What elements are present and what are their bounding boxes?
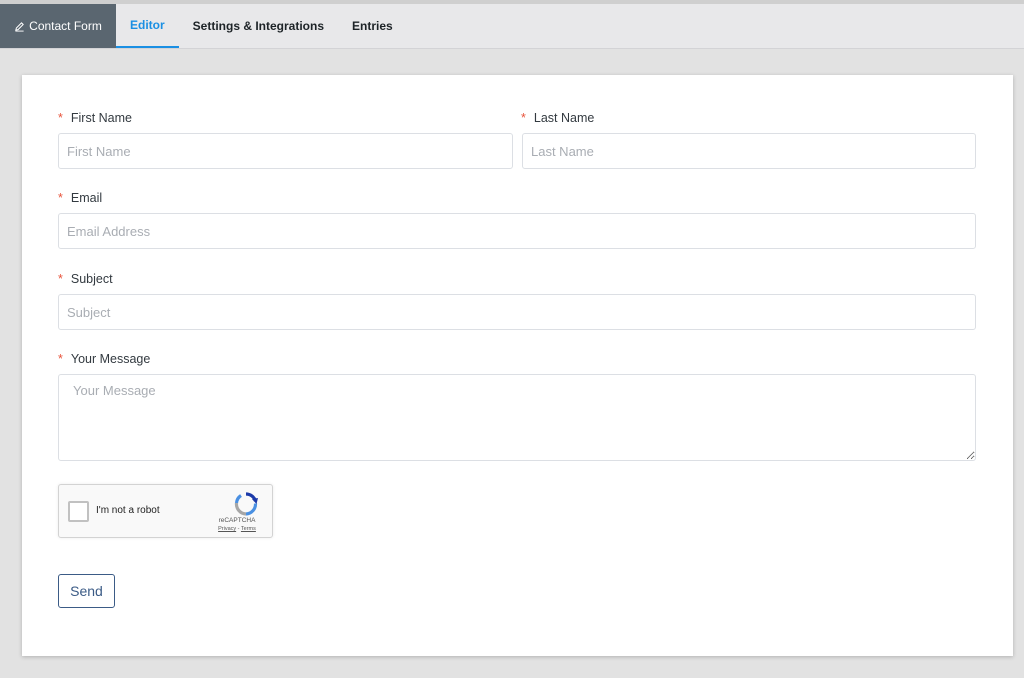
last-name-label-text: Last Name <box>533 111 595 125</box>
tab-editor[interactable]: Editor <box>116 4 179 48</box>
recaptcha-checkbox[interactable] <box>68 501 89 522</box>
recaptcha-links: Privacy - Terms <box>207 526 267 532</box>
required-marker: * <box>58 111 63 125</box>
recaptcha-terms-link[interactable]: Terms <box>241 526 256 532</box>
form-title: Contact Form <box>29 19 102 33</box>
top-navigation: Contact Form Editor Settings & Integrati… <box>0 4 1024 49</box>
email-input[interactable] <box>58 213 976 249</box>
send-button[interactable]: Send <box>58 574 115 608</box>
tab-entries[interactable]: Entries <box>338 4 407 48</box>
subject-label: * Subject <box>58 271 113 287</box>
email-label: * Email <box>58 190 102 206</box>
required-marker: * <box>521 111 526 125</box>
email-label-text: Email <box>70 191 103 205</box>
first-name-label-text: First Name <box>70 111 132 125</box>
last-name-input[interactable] <box>522 133 976 169</box>
required-marker: * <box>58 191 63 205</box>
required-marker: * <box>58 352 63 366</box>
required-marker: * <box>58 272 63 286</box>
first-name-label: * First Name <box>58 110 132 126</box>
message-label-text: Your Message <box>70 352 151 366</box>
message-textarea[interactable] <box>58 374 976 461</box>
form-preview-card: * First Name * Last Name * Email * Subject *… <box>22 75 1013 656</box>
first-name-input[interactable] <box>58 133 513 169</box>
pencil-icon <box>15 21 25 32</box>
subject-label-text: Subject <box>70 272 113 286</box>
recaptcha-privacy-link[interactable]: Privacy <box>218 526 236 532</box>
recaptcha-label: I'm not a robot <box>96 505 160 516</box>
recaptcha-widget: I'm not a robot reCAPTCHA Privacy - Term… <box>58 484 273 538</box>
last-name-label: * Last Name <box>521 110 594 126</box>
message-label: * Your Message <box>58 351 150 367</box>
tab-settings-integrations[interactable]: Settings & Integrations <box>179 4 338 48</box>
subject-input[interactable] <box>58 294 976 330</box>
recaptcha-logo-icon <box>234 492 258 516</box>
recaptcha-brand: reCAPTCHA <box>218 517 256 524</box>
form-title-tab[interactable]: Contact Form <box>0 4 116 48</box>
